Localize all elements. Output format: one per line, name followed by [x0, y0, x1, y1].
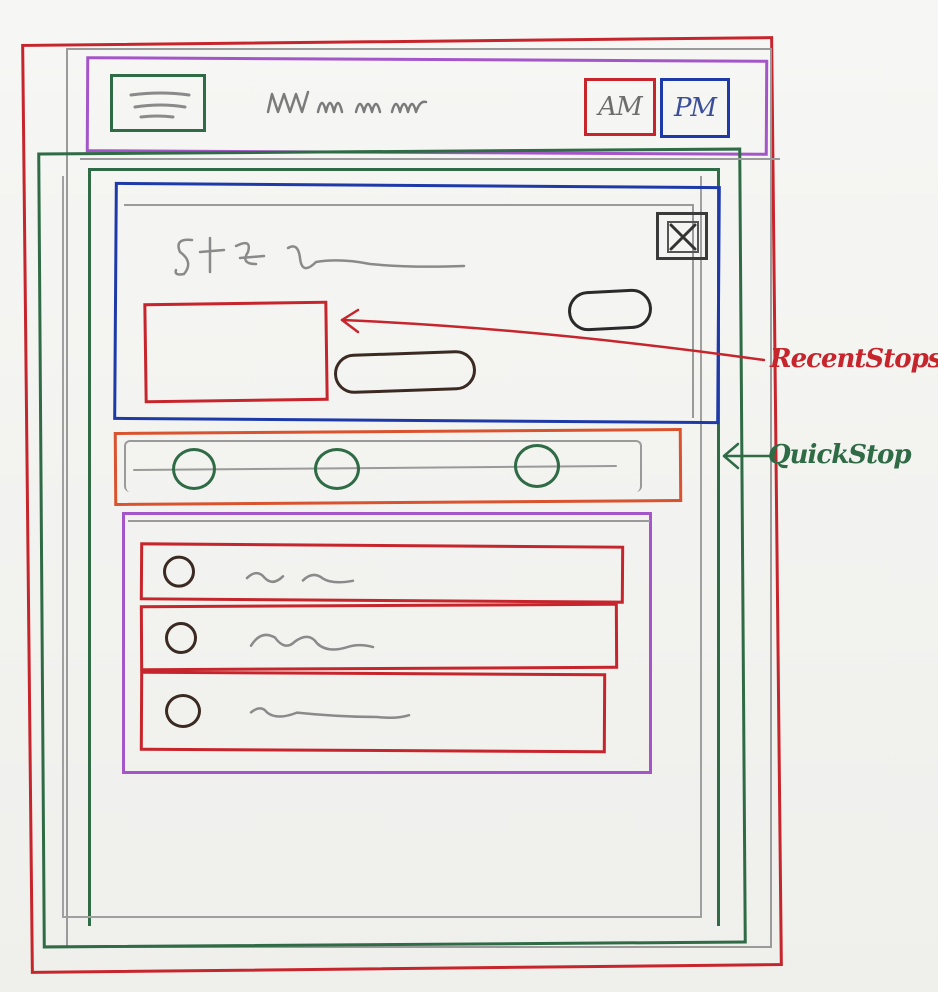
circle-icon	[164, 621, 198, 655]
menu-button[interactable]	[110, 74, 206, 132]
list-item-text-scribble	[245, 571, 355, 584]
circle-icon	[164, 693, 202, 729]
main-panel	[80, 158, 780, 168]
hamburger-menu-icon	[129, 91, 191, 119]
pm-button[interactable]: PM	[660, 78, 730, 138]
slider-stop-3[interactable]	[514, 444, 560, 488]
recent-stops-box[interactable]	[143, 300, 329, 404]
quickstop-arrow	[722, 442, 772, 470]
slider-stop-1[interactable]	[172, 448, 216, 490]
list-item[interactable]	[139, 670, 607, 754]
recent-stops-arrow	[340, 308, 766, 362]
close-icon	[667, 221, 699, 253]
list-item-text-scribble	[249, 707, 411, 719]
close-button[interactable]	[656, 212, 708, 260]
stop-list-inner	[128, 520, 650, 530]
quickstop-label: QuickStop	[768, 440, 912, 470]
am-button[interactable]: AM	[584, 78, 656, 136]
card-title-scribble	[174, 236, 466, 276]
list-item-text-scribble	[249, 633, 375, 651]
recent-stops-label: RecentStops	[770, 344, 938, 374]
app-title-scribble	[266, 90, 428, 114]
list-item[interactable]	[139, 602, 619, 672]
circle-icon	[162, 555, 196, 588]
list-item[interactable]	[139, 542, 625, 604]
slider-stop-2[interactable]	[314, 448, 360, 490]
